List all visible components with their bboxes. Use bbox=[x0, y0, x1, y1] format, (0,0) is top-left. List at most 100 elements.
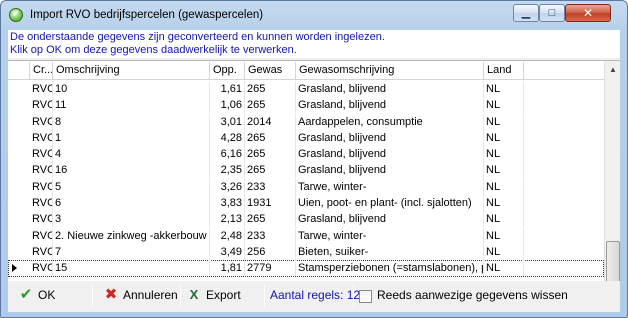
cell-gewasomschrijving[interactable]: Tarwe, winter- bbox=[296, 227, 484, 244]
cell-land[interactable]: NL bbox=[484, 227, 524, 244]
cell-opp[interactable]: 1,61 bbox=[210, 81, 245, 97]
cell-omschrijving[interactable]: 2. Nieuwe zinkweg -akkerbouw bbox=[53, 227, 210, 244]
cell-gewas[interactable]: 265 bbox=[245, 146, 296, 163]
cell-gewas[interactable]: 256 bbox=[245, 243, 296, 260]
scroll-up-icon[interactable]: ▲ bbox=[606, 62, 620, 78]
minimize-button[interactable]: ▁ bbox=[513, 4, 539, 22]
column-header-gewasomschrijving[interactable]: Gewasomschrijving bbox=[296, 62, 484, 80]
cell-cr[interactable]: RVO bbox=[30, 178, 53, 195]
cell-gewas[interactable]: 265 bbox=[245, 162, 296, 179]
cell-land[interactable]: NL bbox=[484, 243, 524, 260]
cell-cr[interactable]: RVO bbox=[30, 81, 53, 97]
cell-opp[interactable]: 3,83 bbox=[210, 195, 245, 212]
cell-gewasomschrijving[interactable]: Grasland, blijvend bbox=[296, 211, 484, 228]
cell-omschrijving[interactable]: 4 bbox=[53, 146, 210, 163]
cell-omschrijving[interactable]: 11 bbox=[53, 97, 210, 114]
table-row[interactable]: RVO151,812779Stamsperziebonen (=stamslab… bbox=[8, 260, 604, 277]
cell-opp[interactable]: 2,13 bbox=[210, 211, 245, 228]
table-row[interactable]: RVO46,16265Grasland, blijvendNL bbox=[8, 146, 604, 163]
clear-existing-label[interactable]: Reeds aanwezige gegevens wissen bbox=[377, 283, 568, 307]
cell-opp[interactable]: 3,01 bbox=[210, 113, 245, 130]
cell-gewasomschrijving[interactable]: Bieten, suiker- bbox=[296, 243, 484, 260]
close-button[interactable]: ✕ bbox=[565, 4, 611, 22]
column-header-land[interactable]: Land bbox=[484, 62, 524, 80]
cell-gewasomschrijving[interactable]: Grasland, blijvend bbox=[296, 162, 484, 179]
cell-gewasomschrijving[interactable]: Grasland, blijvend bbox=[296, 97, 484, 114]
cell-gewas[interactable]: 233 bbox=[245, 178, 296, 195]
cell-omschrijving[interactable]: 8 bbox=[53, 113, 210, 130]
cell-cr[interactable]: RVO bbox=[30, 146, 53, 163]
cell-omschrijving[interactable]: 16 bbox=[53, 162, 210, 179]
cell-land[interactable]: NL bbox=[484, 129, 524, 146]
table-row[interactable]: RVO2. Nieuwe zinkweg -akkerbouw2,48233Ta… bbox=[8, 227, 604, 244]
cell-gewas[interactable]: 265 bbox=[245, 97, 296, 114]
ok-button[interactable]: ✔ OK bbox=[18, 283, 78, 307]
cell-cr[interactable]: RVO bbox=[30, 227, 53, 244]
cell-land[interactable]: NL bbox=[484, 211, 524, 228]
cell-omschrijving[interactable]: 3 bbox=[53, 211, 210, 228]
column-header-omschrijving[interactable]: Omschrijving bbox=[53, 62, 210, 80]
parcels-grid[interactable]: Cr... Omschrijving Opp. Gewas Gewasomsch… bbox=[8, 60, 620, 304]
table-row[interactable]: RVO73,49256Bieten, suiker-NL bbox=[8, 243, 604, 260]
cell-land[interactable]: NL bbox=[484, 162, 524, 179]
table-row[interactable]: RVO14,28265Grasland, blijvendNL bbox=[8, 129, 604, 146]
cell-gewas[interactable]: 265 bbox=[245, 81, 296, 97]
cell-gewasomschrijving[interactable]: Grasland, blijvend bbox=[296, 129, 484, 146]
cell-omschrijving[interactable]: 10 bbox=[53, 81, 210, 97]
scroll-thumb[interactable] bbox=[606, 241, 620, 285]
cell-opp[interactable]: 6,16 bbox=[210, 146, 245, 163]
cell-cr[interactable]: RVO bbox=[30, 97, 53, 114]
cell-land[interactable]: NL bbox=[484, 195, 524, 212]
table-row[interactable]: RVO162,35265Grasland, blijvendNL bbox=[8, 162, 604, 179]
cell-gewasomschrijving[interactable]: Grasland, blijvend bbox=[296, 81, 484, 97]
column-header-gewas[interactable]: Gewas bbox=[245, 62, 296, 80]
cell-omschrijving[interactable]: 7 bbox=[53, 243, 210, 260]
cell-omschrijving[interactable]: 1 bbox=[53, 129, 210, 146]
cell-land[interactable]: NL bbox=[484, 97, 524, 114]
table-row[interactable]: RVO101,61265Grasland, blijvendNL bbox=[8, 81, 604, 97]
cell-gewas[interactable]: 1931 bbox=[245, 195, 296, 212]
vertical-scrollbar[interactable]: ▲ ▼ bbox=[604, 61, 620, 303]
maximize-button[interactable]: □ bbox=[539, 4, 565, 22]
cell-opp[interactable]: 2,35 bbox=[210, 162, 245, 179]
cell-gewas[interactable]: 265 bbox=[245, 129, 296, 146]
cell-cr[interactable]: RVO bbox=[30, 113, 53, 130]
cell-gewasomschrijving[interactable]: Stamsperziebonen (=stamslabonen), pr bbox=[296, 260, 484, 277]
cell-gewasomschrijving[interactable]: Uien, poot- en plant- (incl. sjalotten) bbox=[296, 195, 484, 212]
cell-cr[interactable]: RVO bbox=[30, 195, 53, 212]
cell-gewas[interactable]: 2014 bbox=[245, 113, 296, 130]
cell-cr[interactable]: RVO bbox=[30, 243, 53, 260]
cell-omschrijving[interactable]: 6 bbox=[53, 195, 210, 212]
cell-cr[interactable]: RVO bbox=[30, 129, 53, 146]
cell-land[interactable]: NL bbox=[484, 81, 524, 97]
cell-land[interactable]: NL bbox=[484, 113, 524, 130]
cell-gewas[interactable]: 265 bbox=[245, 211, 296, 228]
cell-opp[interactable]: 1,06 bbox=[210, 97, 245, 114]
cell-cr[interactable]: RVO bbox=[30, 211, 53, 228]
title-bar[interactable]: ✓ Import RVO bedrijfspercelen (gewasperc… bbox=[1, 1, 627, 29]
cell-opp[interactable]: 3,26 bbox=[210, 178, 245, 195]
export-button[interactable]: X Export bbox=[186, 283, 256, 307]
column-header-cr[interactable]: Cr... bbox=[30, 62, 53, 80]
cell-gewasomschrijving[interactable]: Aardappelen, consumptie bbox=[296, 113, 484, 130]
cell-land[interactable]: NL bbox=[484, 178, 524, 195]
cell-omschrijving[interactable]: 5 bbox=[53, 178, 210, 195]
cell-opp[interactable]: 1,81 bbox=[210, 260, 245, 277]
cancel-button[interactable]: ✖ Annuleren bbox=[103, 283, 183, 307]
cell-gewasomschrijving[interactable]: Tarwe, winter- bbox=[296, 178, 484, 195]
cell-cr[interactable]: RVO bbox=[30, 260, 53, 277]
cell-opp[interactable]: 2,48 bbox=[210, 227, 245, 244]
table-row[interactable]: RVO63,831931Uien, poot- en plant- (incl.… bbox=[8, 195, 604, 212]
cell-land[interactable]: NL bbox=[484, 146, 524, 163]
cell-opp[interactable]: 4,28 bbox=[210, 129, 245, 146]
cell-gewasomschrijving[interactable]: Grasland, blijvend bbox=[296, 146, 484, 163]
table-row[interactable]: RVO83,012014Aardappelen, consumptieNL bbox=[8, 113, 604, 130]
column-header-opp[interactable]: Opp. bbox=[210, 62, 245, 80]
cell-cr[interactable]: RVO bbox=[30, 162, 53, 179]
table-row[interactable]: RVO32,13265Grasland, blijvendNL bbox=[8, 211, 604, 228]
cell-omschrijving[interactable]: 15 bbox=[53, 260, 210, 277]
cell-opp[interactable]: 3,49 bbox=[210, 243, 245, 260]
cell-land[interactable]: NL bbox=[484, 260, 524, 277]
cell-gewas[interactable]: 233 bbox=[245, 227, 296, 244]
table-row[interactable]: RVO111,06265Grasland, blijvendNL bbox=[8, 97, 604, 114]
